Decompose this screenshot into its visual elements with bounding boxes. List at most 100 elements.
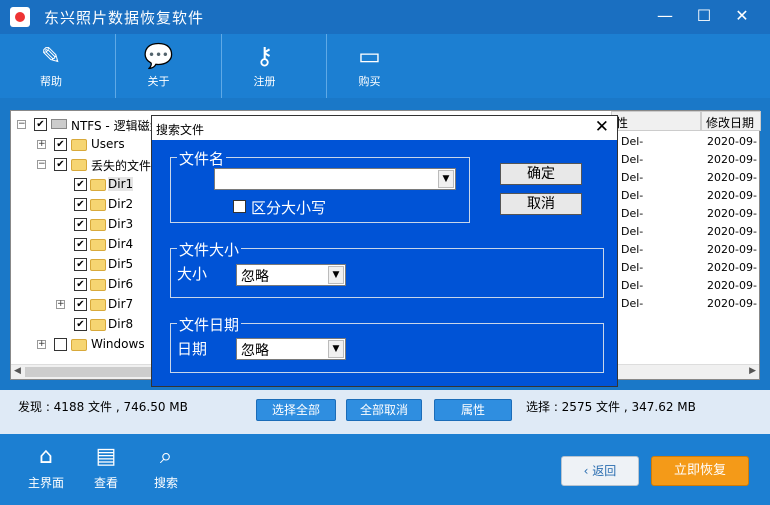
view-button[interactable]: ▤ 查看 bbox=[76, 444, 136, 491]
recover-button[interactable]: 立即恢复 bbox=[651, 456, 749, 486]
cell-date: 2020-09- bbox=[707, 153, 757, 166]
folder-icon bbox=[71, 339, 87, 351]
ok-button[interactable]: 确定 bbox=[500, 163, 582, 185]
register-button[interactable]: ⚷ 注册 bbox=[221, 34, 307, 98]
folder-icon bbox=[90, 239, 106, 251]
status-bar: 发现 : 4188 文件 , 746.50 MB 选择全部 全部取消 属性 选择… bbox=[0, 390, 770, 434]
dialog-title-bar: 搜索文件 ✕ bbox=[152, 116, 617, 140]
app-logo-icon bbox=[10, 7, 30, 27]
deselect-all-button[interactable]: 全部取消 bbox=[346, 399, 422, 421]
dropdown-arrow-icon[interactable]: ▼ bbox=[328, 340, 344, 358]
cell-attr: Del- bbox=[621, 297, 644, 310]
found-count: 发现 : 4188 文件 , 746.50 MB bbox=[18, 400, 188, 414]
checkbox[interactable]: ✔ bbox=[54, 158, 67, 171]
buy-label: 购买 bbox=[358, 75, 381, 88]
filesize-group: 文件大小 大小 忽略 ▼ bbox=[170, 239, 604, 298]
scroll-left-icon[interactable]: ◀ bbox=[14, 366, 21, 376]
folder-icon bbox=[90, 219, 106, 231]
scroll-right-icon[interactable]: ▶ bbox=[749, 366, 756, 376]
expand-icon[interactable]: + bbox=[37, 140, 46, 149]
buy-button[interactable]: ▭ 购买 bbox=[326, 34, 412, 98]
cell-date: 2020-09- bbox=[707, 279, 757, 292]
selected-count: 选择 : 2575 文件 , 347.62 MB bbox=[526, 400, 696, 414]
about-button[interactable]: 💬 关于 bbox=[115, 34, 201, 98]
home-icon: ⌂ bbox=[39, 444, 53, 469]
document-search-icon: ▤ bbox=[95, 444, 117, 469]
case-sensitive-label: 区分大小写 bbox=[251, 199, 327, 217]
bottom-bar: ⌂ 主界面 ▤ 查看 ⌕ 搜索 ‹ 返回 立即恢复 bbox=[0, 434, 770, 505]
expand-icon[interactable]: + bbox=[56, 300, 65, 309]
pen-icon: ✎ bbox=[40, 42, 62, 70]
drive-icon bbox=[51, 119, 67, 129]
cell-attr: Del- bbox=[621, 207, 644, 220]
checkbox[interactable]: ✔ bbox=[74, 278, 87, 291]
checkbox[interactable]: ✔ bbox=[34, 118, 47, 131]
checkbox[interactable] bbox=[54, 338, 67, 351]
about-label: 关于 bbox=[147, 75, 170, 88]
title-bar: 东兴照片数据恢复软件 — ☐ ✕ bbox=[0, 0, 770, 34]
checkbox[interactable]: ✔ bbox=[74, 178, 87, 191]
size-value: 忽略 bbox=[241, 269, 269, 285]
tree-label: NTFS - 逻辑磁盘 bbox=[71, 119, 162, 133]
cell-attr: Del- bbox=[621, 135, 644, 148]
tree-label: Dir7 bbox=[108, 297, 134, 311]
window-title: 东兴照片数据恢复软件 bbox=[44, 9, 205, 27]
checkbox[interactable]: ✔ bbox=[74, 218, 87, 231]
tree-label: Users bbox=[91, 137, 125, 151]
checkbox[interactable]: ✔ bbox=[74, 198, 87, 211]
checkbox[interactable]: ✔ bbox=[74, 318, 87, 331]
tree-label: Dir5 bbox=[108, 257, 134, 271]
filedate-group: 文件日期 日期 忽略 ▼ bbox=[170, 314, 604, 373]
folder-icon bbox=[71, 159, 87, 171]
size-label: 大小 bbox=[177, 265, 208, 283]
search-icon: ⌕ bbox=[159, 444, 173, 469]
size-select[interactable]: 忽略 ▼ bbox=[236, 264, 346, 286]
dialog-close-icon[interactable]: ✕ bbox=[595, 118, 609, 136]
properties-button[interactable]: 属性 bbox=[434, 399, 512, 421]
dropdown-arrow-icon[interactable]: ▼ bbox=[438, 170, 454, 188]
collapse-icon[interactable]: − bbox=[37, 160, 46, 169]
minimize-button[interactable]: — bbox=[652, 5, 678, 27]
cell-attr: Del- bbox=[621, 243, 644, 256]
help-label: 帮助 bbox=[40, 75, 62, 88]
maximize-button[interactable]: ☐ bbox=[691, 5, 717, 27]
help-button[interactable]: ✎ 帮助 bbox=[8, 34, 94, 98]
filename-group-label: 文件名 bbox=[177, 148, 227, 169]
filename-combo[interactable]: ▼ bbox=[214, 168, 456, 190]
folder-icon bbox=[90, 299, 106, 311]
file-list: 性 修改日期 Del- 2020-09- Del- 2020-09- Del- 2020-… bbox=[611, 111, 761, 366]
back-button[interactable]: ‹ 返回 bbox=[561, 456, 639, 486]
dropdown-arrow-icon[interactable]: ▼ bbox=[328, 266, 344, 284]
column-header-date[interactable]: 修改日期 bbox=[701, 111, 761, 131]
cell-date: 2020-09- bbox=[707, 135, 757, 148]
cell-date: 2020-09- bbox=[707, 261, 757, 274]
close-button[interactable]: ✕ bbox=[729, 5, 755, 27]
card-icon: ▭ bbox=[358, 42, 381, 70]
select-all-button[interactable]: 选择全部 bbox=[256, 399, 336, 421]
case-sensitive-checkbox[interactable] bbox=[233, 200, 246, 213]
cancel-button[interactable]: 取消 bbox=[500, 193, 582, 215]
tree-label: Dir3 bbox=[108, 217, 134, 231]
cell-date: 2020-09- bbox=[707, 189, 757, 202]
cell-attr: Del- bbox=[621, 153, 644, 166]
tree-label: 丢失的文件( bbox=[91, 159, 156, 173]
back-label: 返回 bbox=[592, 464, 617, 478]
column-header-attr[interactable]: 性 bbox=[611, 111, 701, 131]
tree-label: Dir6 bbox=[108, 277, 134, 291]
folder-icon bbox=[90, 319, 106, 331]
expand-icon[interactable]: + bbox=[37, 340, 46, 349]
checkbox[interactable]: ✔ bbox=[54, 138, 67, 151]
view-label: 查看 bbox=[93, 476, 118, 490]
folder-icon bbox=[90, 279, 106, 291]
filedate-group-label: 文件日期 bbox=[177, 314, 242, 335]
checkbox[interactable]: ✔ bbox=[74, 298, 87, 311]
tree-label: Dir8 bbox=[108, 317, 134, 331]
home-button[interactable]: ⌂ 主界面 bbox=[16, 444, 76, 491]
cell-attr: Del- bbox=[621, 189, 644, 202]
checkbox[interactable]: ✔ bbox=[74, 238, 87, 251]
register-label: 注册 bbox=[253, 75, 276, 88]
date-select[interactable]: 忽略 ▼ bbox=[236, 338, 346, 360]
collapse-icon[interactable]: − bbox=[17, 120, 26, 129]
checkbox[interactable]: ✔ bbox=[74, 258, 87, 271]
search-button[interactable]: ⌕ 搜索 bbox=[136, 444, 196, 491]
